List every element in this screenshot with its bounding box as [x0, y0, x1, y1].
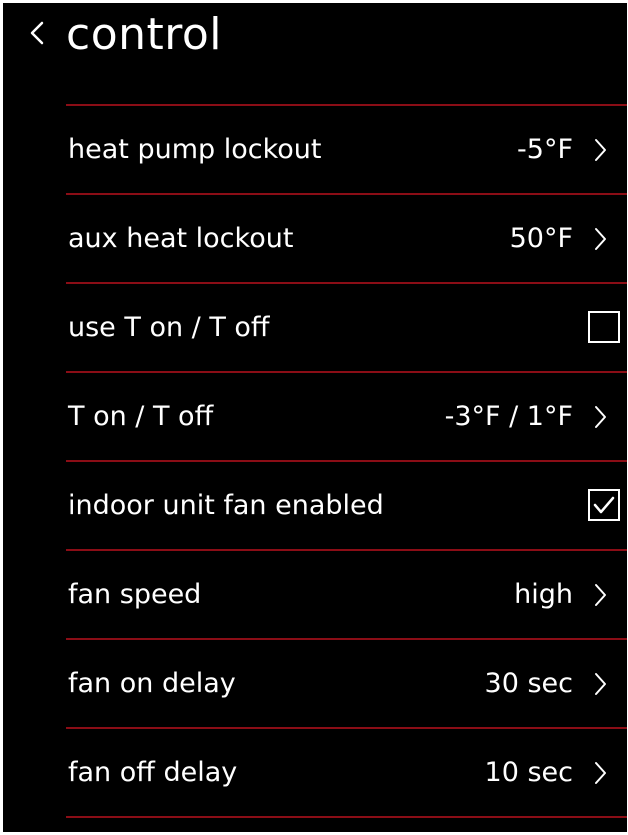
chevron-right-icon: [595, 673, 606, 695]
setting-row-use-t-on-t-off[interactable]: use T on / T off: [66, 284, 627, 371]
row-label: indoor unit fan enabled: [68, 490, 384, 521]
chevron-right-icon: [595, 228, 606, 250]
row-value: high: [514, 579, 573, 610]
page-title: control: [66, 9, 223, 60]
setting-row-t-on-t-off[interactable]: T on / T off -3°F / 1°F: [66, 373, 627, 460]
setting-row-fan-on-delay[interactable]: fan on delay 30 sec: [66, 640, 627, 727]
row-label: fan on delay: [68, 668, 236, 699]
settings-list: heat pump lockout -5°F aux heat lockout …: [66, 104, 627, 818]
chevron-right-icon: [595, 584, 606, 606]
chevron-left-icon: [30, 21, 44, 45]
checkbox-unchecked[interactable]: [587, 310, 621, 344]
row-label: fan speed: [68, 579, 202, 610]
row-label: use T on / T off: [68, 312, 270, 343]
checkbox-checked[interactable]: [587, 488, 621, 522]
row-value: 50°F: [509, 223, 573, 254]
row-value: -5°F: [517, 134, 573, 165]
row-label: heat pump lockout: [68, 134, 322, 165]
setting-row-indoor-unit-fan-enabled[interactable]: indoor unit fan enabled: [66, 462, 627, 549]
setting-row-fan-speed[interactable]: fan speed high: [66, 551, 627, 638]
setting-row-heat-pump-lockout[interactable]: heat pump lockout -5°F: [66, 106, 627, 193]
chevron-right-icon: [595, 139, 606, 161]
chevron-right-icon: [595, 762, 606, 784]
row-label: T on / T off: [68, 401, 214, 432]
row-value: 10 sec: [484, 757, 573, 788]
setting-row-aux-heat-lockout[interactable]: aux heat lockout 50°F: [66, 195, 627, 282]
control-screen: control heat pump lockout -5°F aux heat …: [3, 3, 627, 832]
setting-row-fan-off-delay[interactable]: fan off delay 10 sec: [66, 729, 627, 816]
chevron-right-icon: [595, 406, 606, 428]
back-button[interactable]: [23, 13, 53, 53]
divider: [66, 816, 627, 818]
row-label: aux heat lockout: [68, 223, 294, 254]
row-label: fan off delay: [68, 757, 238, 788]
header: control: [3, 3, 627, 73]
row-value: 30 sec: [484, 668, 573, 699]
row-value: -3°F / 1°F: [444, 401, 573, 432]
